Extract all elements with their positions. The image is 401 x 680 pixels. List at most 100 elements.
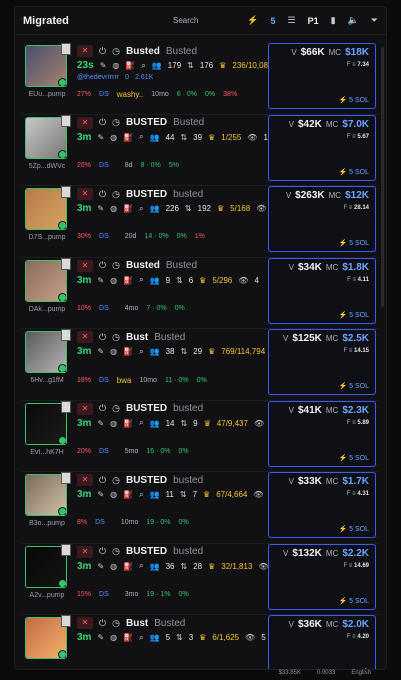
pump-icon[interactable]: ⛽: [123, 419, 133, 428]
pump-icon[interactable]: ⛽: [123, 562, 133, 571]
toggle-icon[interactable]: ⏻: [99, 546, 106, 557]
pump-icon[interactable]: ⛽: [123, 204, 133, 213]
dismiss-button[interactable]: ✕: [77, 474, 93, 486]
globe-icon[interactable]: ◍: [110, 562, 117, 571]
token-row[interactable]: A2v...pump ✕ ⏻ ◷ BUSTED busted 3m ✎ ◍ ⛽ …: [21, 543, 380, 615]
globe-icon[interactable]: ◍: [110, 204, 117, 213]
pump-icon[interactable]: ⛽: [123, 276, 133, 285]
token-price-card[interactable]: V $132K MC $2.2K F ≡ 14.69 ⚡ 5 SOL: [268, 543, 376, 610]
token-price-card[interactable]: V $34K MC $1.8K F ≡ 4.11 ⚡ 5 SOL: [268, 257, 376, 324]
pump-icon[interactable]: ⛽: [123, 490, 133, 499]
quick-buy-button[interactable]: ⚡ 5 SOL: [338, 525, 369, 533]
pencil-icon[interactable]: ✎: [97, 633, 104, 642]
token-price-card[interactable]: V $125K MC $2.5K F ≡ 14.15 ⚡ 5 SOL: [268, 329, 376, 395]
globe-icon[interactable]: ◍: [110, 347, 117, 356]
pump-icon[interactable]: ⛽: [123, 133, 133, 142]
pump-icon[interactable]: ⛽: [123, 347, 133, 356]
dismiss-button[interactable]: ✕: [77, 116, 93, 129]
pump-icon[interactable]: ⛽: [123, 633, 133, 642]
token-name[interactable]: Busted: [126, 260, 160, 271]
token-name[interactable]: Bust: [126, 618, 148, 629]
dismiss-button[interactable]: ✕: [77, 259, 93, 272]
token-address[interactable]: B3o...pump: [21, 520, 73, 527]
globe-icon[interactable]: ◍: [110, 633, 117, 642]
token-row[interactable]: 6Hv...g1fM ✕ ⏻ ◷ Bust Busted 3m ✎ ◍ ⛽ ⌕ …: [21, 329, 380, 401]
pencil-icon[interactable]: ✎: [97, 562, 104, 571]
toggle-icon[interactable]: ⏻: [99, 403, 106, 414]
pencil-icon[interactable]: ✎: [97, 133, 104, 142]
search-icon[interactable]: ⌕: [139, 418, 143, 428]
pencil-icon[interactable]: ✎: [97, 204, 104, 213]
filter-icon[interactable]: ⏷: [371, 15, 378, 26]
search-icon[interactable]: ⌕: [139, 275, 143, 285]
token-name[interactable]: BUSTED: [126, 117, 167, 128]
token-row[interactable]: 5Zp...dWVc ✕ ⏻ ◷ BUSTED Busted 3m ✎ ◍ ⛽ …: [21, 114, 380, 186]
token-price-card[interactable]: V $42K MC $7.0K F ≡ 5.67 ⚡ 5 SOL: [268, 114, 376, 181]
search-icon[interactable]: ⌕: [139, 204, 143, 214]
token-price-card[interactable]: V $41K MC $2.3K F ≡ 5.89 ⚡ 5 SOL: [268, 400, 376, 467]
pencil-icon[interactable]: ✎: [100, 61, 107, 70]
globe-icon[interactable]: ◍: [110, 490, 117, 499]
pencil-icon[interactable]: ✎: [97, 276, 104, 285]
pencil-icon[interactable]: ✎: [97, 347, 104, 356]
search-icon[interactable]: ⌕: [139, 132, 143, 142]
mute-icon[interactable]: 🔈: [348, 15, 359, 26]
quick-buy-amount[interactable]: 5: [271, 16, 276, 26]
search-icon[interactable]: ⌕: [139, 633, 143, 643]
pump-icon[interactable]: ⛽: [125, 61, 135, 70]
dismiss-button[interactable]: ✕: [77, 331, 93, 343]
search-icon[interactable]: ⌕: [139, 490, 143, 500]
toggle-icon[interactable]: ⏻: [99, 117, 106, 128]
token-row[interactable]: B3o...pump ✕ ⏻ ◷ BUSTED busted 3m ✎ ◍ ⛽ …: [21, 472, 380, 544]
quick-buy-button[interactable]: ⚡ 5 SOL: [338, 168, 369, 176]
token-price-card[interactable]: V $66K MC $18K F ≡ 7.34 ⚡ 5 SOL: [268, 43, 376, 109]
toggle-icon[interactable]: ⏻: [99, 260, 106, 271]
token-address[interactable]: 6Hv...g1fM: [21, 377, 73, 384]
preset-p1[interactable]: P1: [308, 16, 319, 26]
token-price-card[interactable]: V $263K MC $12K F ≡ 28.14 ⚡ 5 SOL: [268, 186, 376, 252]
dismiss-button[interactable]: ✕: [77, 617, 93, 629]
chart-icon[interactable]: ▮: [331, 15, 336, 26]
token-address[interactable]: DAk...pump: [21, 306, 73, 313]
token-row[interactable]: Evt...hK7H ✕ ⏻ ◷ BUSTED busted 3m ✎ ◍ ⛽ …: [21, 400, 380, 472]
quick-buy-button[interactable]: ⚡ 5 SOL: [338, 239, 369, 247]
dismiss-button[interactable]: ✕: [77, 402, 93, 415]
globe-icon[interactable]: ◍: [112, 61, 119, 70]
toggle-icon[interactable]: ⏻: [99, 46, 106, 57]
search-icon[interactable]: ⌕: [139, 561, 143, 571]
token-name[interactable]: BUSTED: [126, 475, 167, 486]
token-row[interactable]: D7S...pump ✕ ⏻ ◷ BUSTED busted 3m ✎ ◍ ⛽ …: [21, 186, 380, 258]
search-input[interactable]: Search: [143, 16, 235, 25]
search-icon[interactable]: ⌕: [139, 347, 143, 357]
quick-buy-button[interactable]: ⚡ 5 SOL: [338, 96, 369, 104]
token-address[interactable]: 5Zp...dWVc: [21, 163, 73, 170]
quick-buy-button[interactable]: ⚡ 5 SOL: [338, 382, 369, 390]
lightning-icon[interactable]: ⚡: [247, 15, 258, 26]
token-address[interactable]: EUu...pump: [21, 91, 73, 98]
pencil-icon[interactable]: ✎: [97, 490, 104, 499]
scrollbar[interactable]: [381, 47, 384, 307]
token-address[interactable]: A2v...pump: [21, 592, 73, 599]
dismiss-button[interactable]: ✕: [77, 45, 93, 57]
social-handle[interactable]: @thedevrrrrrr: [77, 74, 119, 81]
token-address[interactable]: Evt...hK7H: [21, 449, 73, 456]
globe-icon[interactable]: ◍: [110, 276, 117, 285]
token-row[interactable]: EUu...pump ✕ ⏻ ◷ Busted Busted 23s ✎ ◍ ⛽…: [21, 43, 380, 115]
quick-buy-button[interactable]: ⚡ 5 SOL: [338, 597, 369, 605]
list-icon[interactable]: ☰: [288, 15, 296, 26]
footer-language[interactable]: English: [351, 670, 371, 680]
toggle-icon[interactable]: ⏻: [99, 475, 106, 486]
quick-buy-button[interactable]: ⚡ 5 SOL: [338, 454, 369, 462]
search-icon[interactable]: ⌕: [141, 61, 145, 71]
pencil-icon[interactable]: ✎: [97, 419, 104, 428]
token-address[interactable]: D7S...pump: [21, 234, 73, 241]
token-name[interactable]: Bust: [126, 332, 148, 343]
token-row[interactable]: DAk...pump ✕ ⏻ ◷ Busted Busted 3m ✎ ◍ ⛽ …: [21, 257, 380, 329]
dismiss-button[interactable]: ✕: [77, 188, 93, 200]
globe-icon[interactable]: ◍: [110, 133, 117, 142]
toggle-icon[interactable]: ⏻: [99, 189, 106, 200]
globe-icon[interactable]: ◍: [110, 419, 117, 428]
token-name[interactable]: Busted: [126, 46, 160, 57]
token-name[interactable]: BUSTED: [126, 189, 167, 200]
token-price-card[interactable]: V $36K MC $2.0K F ≡ 4.20 ⚡: [268, 615, 376, 669]
